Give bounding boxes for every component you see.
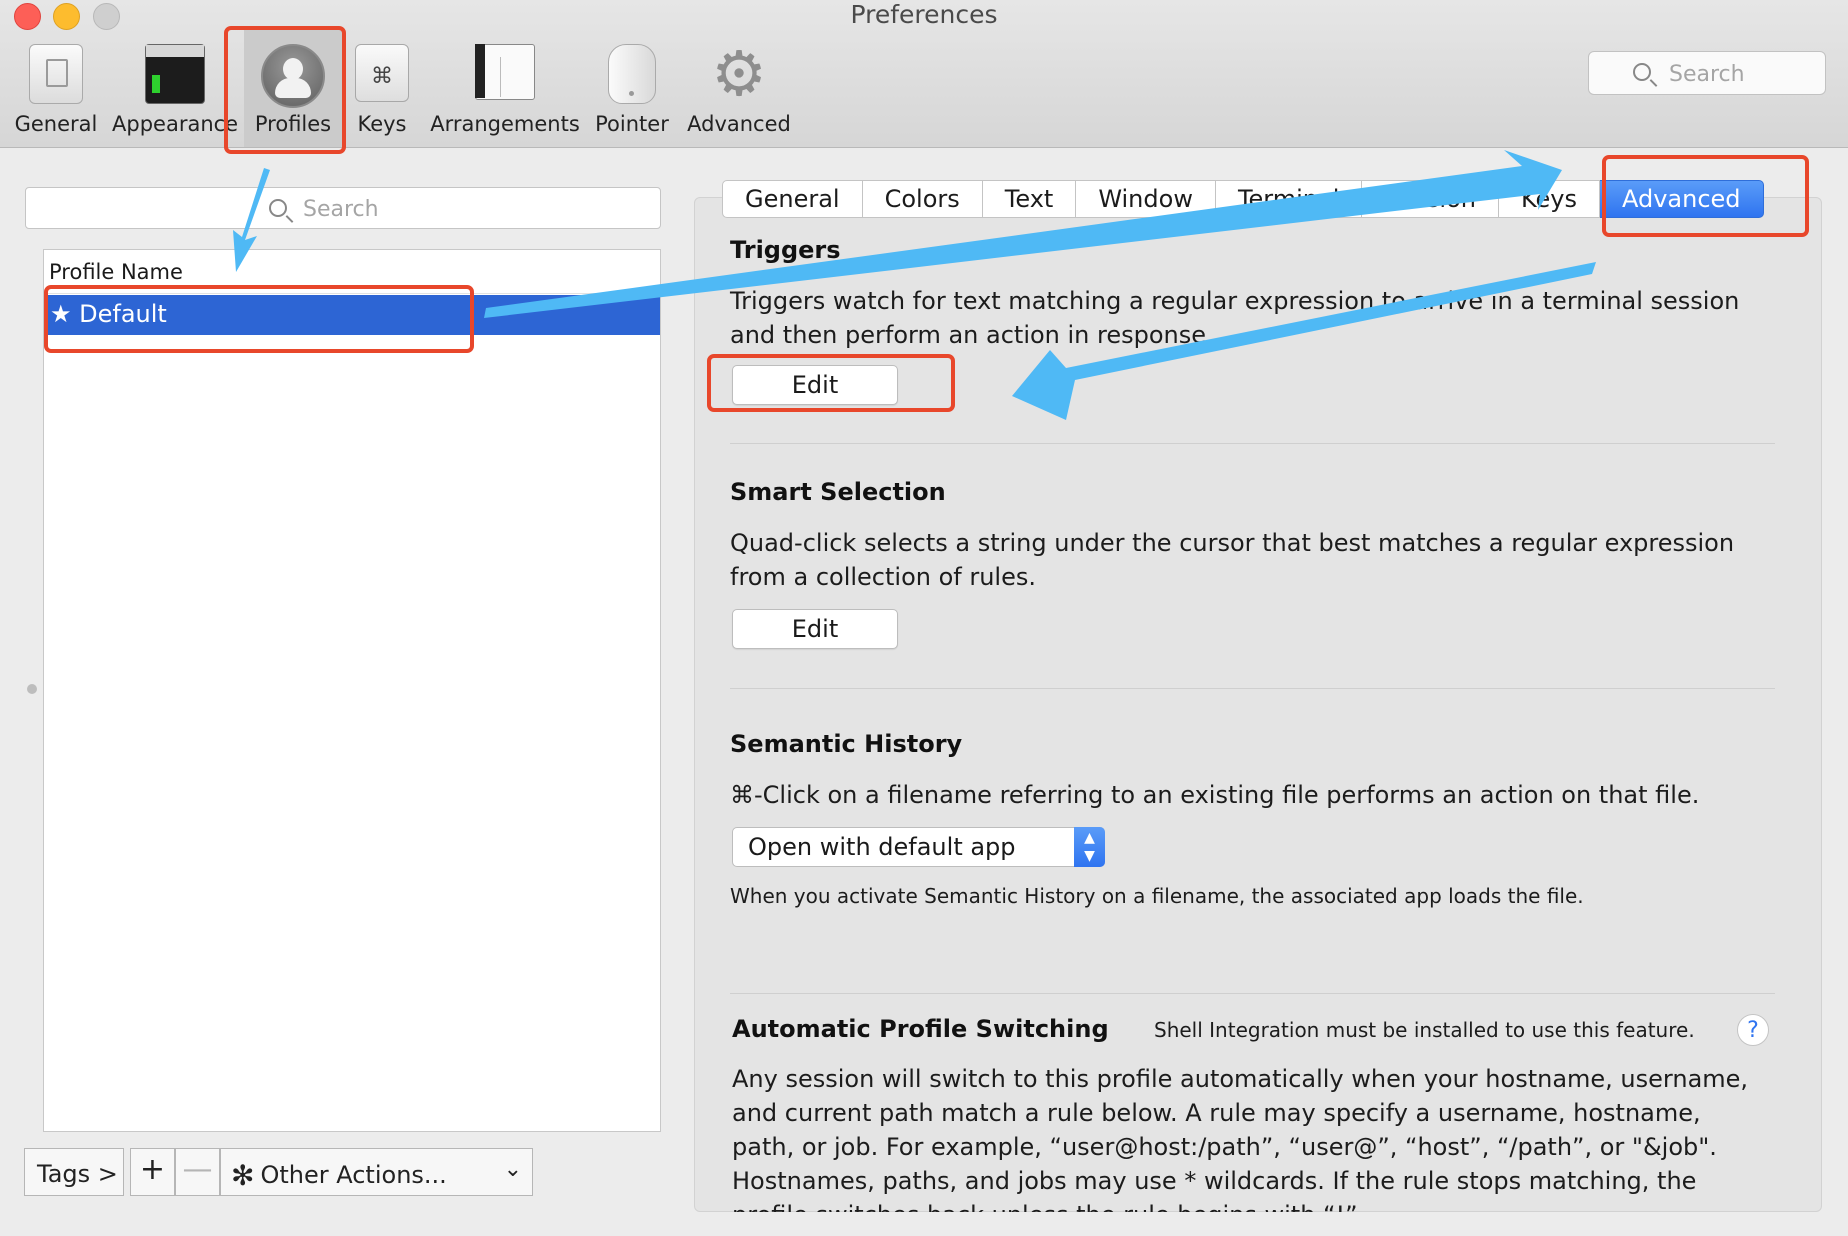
tab-keys[interactable]: Keys bbox=[1498, 180, 1600, 218]
tab-window[interactable]: Window bbox=[1076, 180, 1216, 218]
shell-integration-hint: Shell Integration must be installed to u… bbox=[1154, 1018, 1695, 1042]
smart-selection-description: Quad-click selects a string under the cu… bbox=[730, 526, 1734, 594]
profile-search-input[interactable] bbox=[303, 193, 603, 225]
semantic-history-action-popup[interactable]: Open with default app ▲ ▼ bbox=[732, 827, 1105, 867]
divider bbox=[730, 443, 1775, 444]
appearance-icon bbox=[145, 44, 205, 104]
other-actions-menu[interactable]: ✻ Other Actions... ⌄ bbox=[220, 1148, 533, 1196]
smart-selection-title: Smart Selection bbox=[730, 478, 946, 506]
smart-selection-description-line: from a collection of rules. bbox=[730, 563, 1036, 591]
toolbar-item-label: Appearance bbox=[112, 112, 239, 136]
pointer-icon bbox=[608, 44, 656, 104]
toolbar-search-field[interactable] bbox=[1588, 51, 1826, 95]
description-line: Hostnames, paths, and jobs may use * wil… bbox=[732, 1167, 1697, 1195]
semantic-history-note: When you activate Semantic History on a … bbox=[730, 884, 1584, 908]
triggers-description-line: and then perform an action in response. bbox=[730, 321, 1214, 349]
help-button[interactable]: ? bbox=[1737, 1014, 1769, 1046]
description-line: profile switches back unless the rule be… bbox=[732, 1198, 1794, 1212]
tab-colors[interactable]: Colors bbox=[862, 180, 983, 218]
advanced-icon: ⚙ bbox=[711, 37, 767, 110]
toolbar-item-label: Pointer bbox=[595, 112, 669, 136]
highlight-triggers-edit bbox=[707, 354, 955, 412]
semantic-history-title: Semantic History bbox=[730, 730, 963, 758]
smart-selection-description-line: Quad-click selects a string under the cu… bbox=[730, 529, 1735, 557]
tab-text[interactable]: Text bbox=[982, 180, 1077, 218]
window-title: Preferences bbox=[850, 0, 998, 29]
description-line: path, or job. For example, “user@host:/p… bbox=[732, 1133, 1717, 1161]
toolbar-item-label: General bbox=[14, 112, 98, 136]
tab-session[interactable]: Session bbox=[1362, 180, 1499, 218]
smart-selection-edit-button[interactable]: Edit bbox=[732, 609, 898, 649]
add-profile-button[interactable]: + bbox=[130, 1148, 175, 1196]
arrangements-icon bbox=[475, 44, 535, 100]
toolbar-item-label: Keys bbox=[357, 112, 407, 136]
other-actions-label: Other Actions... bbox=[260, 1161, 447, 1189]
profile-list[interactable]: Profile Name ★ Default bbox=[43, 249, 661, 1132]
semantic-history-description: ⌘-Click on a filename referring to an ex… bbox=[730, 781, 1700, 809]
general-icon bbox=[29, 44, 83, 104]
keys-icon: ⌘ bbox=[355, 44, 409, 102]
split-view-handle[interactable] bbox=[27, 684, 37, 694]
highlight-advanced-tab bbox=[1602, 155, 1809, 237]
triggers-description-line: Triggers watch for text matching a regul… bbox=[730, 287, 1740, 315]
search-icon bbox=[269, 199, 287, 217]
highlight-default-profile bbox=[44, 285, 474, 353]
search-icon bbox=[1633, 63, 1651, 81]
description-line: Any session will switch to this profile … bbox=[732, 1065, 1749, 1093]
profile-search-field[interactable] bbox=[25, 187, 661, 229]
semantic-history-popup-value: Open with default app bbox=[748, 833, 1016, 861]
toolbar-item-label: Advanced bbox=[687, 112, 791, 136]
tags-button[interactable]: Tags > bbox=[24, 1148, 124, 1196]
chevron-down-icon: ⌄ bbox=[503, 1157, 522, 1182]
auto-profile-switching-title: Automatic Profile Switching bbox=[732, 1015, 1109, 1043]
toolbar-item-label: Arrangements bbox=[430, 112, 580, 136]
description-line: and current path match a rule below. A r… bbox=[732, 1099, 1701, 1127]
triggers-title: Triggers bbox=[730, 236, 841, 264]
auto-profile-switching-description: Any session will switch to this profile … bbox=[732, 1062, 1794, 1212]
remove-profile-button[interactable]: — bbox=[175, 1148, 220, 1196]
triggers-description: Triggers watch for text matching a regul… bbox=[730, 284, 1739, 352]
highlight-profiles-toolbar bbox=[224, 26, 346, 154]
popup-arrows-icon: ▲ ▼ bbox=[1074, 827, 1105, 867]
divider bbox=[730, 688, 1775, 689]
gear-icon: ✻ bbox=[231, 1159, 255, 1192]
preferences-window: Preferences General Appearance Profiles … bbox=[0, 0, 1848, 1236]
toolbar-search-input[interactable] bbox=[1669, 58, 1819, 90]
tab-terminal[interactable]: Terminal bbox=[1215, 180, 1363, 218]
divider bbox=[730, 993, 1775, 994]
tab-general[interactable]: General bbox=[722, 180, 863, 218]
